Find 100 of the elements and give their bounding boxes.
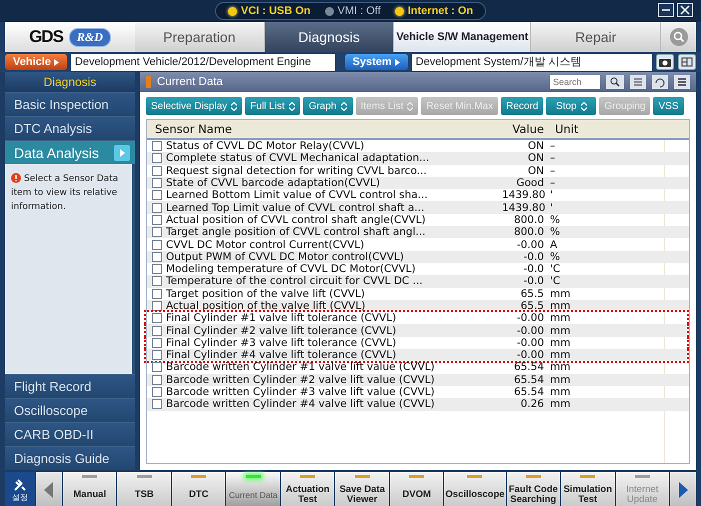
settings-button[interactable]: 설정: [5, 472, 35, 506]
toolbar-button[interactable]: VSS: [653, 97, 684, 115]
unit-cell-text: mm: [549, 300, 572, 312]
value-cell-text: 65.5: [520, 300, 545, 312]
play-arrow-icon: [54, 58, 59, 66]
toolbar-button[interactable]: Full List: [245, 97, 300, 115]
sidebar-item[interactable]: Flight Record: [5, 374, 135, 398]
checkbox[interactable]: [152, 202, 162, 213]
sensor-name: Barcode written Cylinder #2 valve lift value (CVVL): [166, 374, 435, 386]
checkbox[interactable]: [152, 362, 162, 372]
checkbox[interactable]: [152, 338, 162, 348]
value-cell-text: 1439.80: [502, 189, 546, 202]
dock-button[interactable]: Current Data: [226, 472, 280, 506]
unit-cell-text: mm: [549, 374, 572, 386]
checkbox[interactable]: [152, 240, 162, 250]
dock-button[interactable]: DTC: [172, 472, 226, 506]
value-cell-text: ON: [526, 164, 545, 177]
minimize-icon[interactable]: [658, 3, 674, 17]
status-label: VCI : USB On: [240, 5, 311, 17]
toolbar-button[interactable]: Graph: [302, 97, 353, 115]
column-header: Sensor Name: [154, 122, 234, 136]
checkbox[interactable]: [152, 326, 162, 336]
sensor-name: Status of CVVL DC Motor Relay(CVVL): [166, 140, 364, 152]
toolbar-button[interactable]: Selective Display: [146, 97, 242, 115]
value-cell-text: 800.0: [512, 226, 545, 238]
sensor-name: Barcode written Cylinder #4 valve lift value (CVVL): [166, 398, 435, 410]
value-cell-text: -0.00: [516, 312, 545, 324]
list-icon[interactable]: [630, 75, 646, 89]
vehicle-button[interactable]: Vehicle: [5, 54, 67, 70]
column-header: Unit: [554, 122, 580, 136]
unit-cell-text: mm: [549, 361, 572, 374]
value-cell-text: 65.54: [512, 361, 545, 374]
sidebar-item[interactable]: Data Analysis: [5, 140, 135, 164]
checkbox[interactable]: [152, 301, 162, 311]
up-down-caret-icon: [580, 102, 587, 110]
sensor-name: Barcode written Cylinder #3 valve lift value (CVVL): [166, 386, 435, 398]
info-text: Select a Sensor Data item to view its relative information.: [11, 172, 120, 214]
sensor-name: Learned Top Limit value of CVVL control shaft a...: [166, 202, 424, 214]
unit-cell-text: mm: [549, 324, 572, 337]
checkbox[interactable]: [152, 178, 162, 188]
refresh-icon[interactable]: [652, 75, 668, 89]
dock-button[interactable]: Simulation Test: [561, 472, 614, 506]
camera-icon[interactable]: [656, 54, 674, 70]
checkbox[interactable]: [152, 350, 162, 360]
menu-icon[interactable]: [674, 75, 690, 89]
nav-tab[interactable]: Preparation: [135, 22, 265, 52]
dock-button[interactable]: Fault Code Searching: [506, 472, 560, 506]
checkbox[interactable]: [152, 288, 162, 299]
vehicle-field[interactable]: Development Vehicle/2012/Development Engine: [70, 54, 335, 70]
nav-tab[interactable]: Repair: [531, 22, 662, 52]
sensor-name: Actual position of CVVL control shaft angle(CVVL): [166, 214, 426, 226]
unit-cell-text: ': [549, 189, 554, 202]
value-cell-text: 65.54: [512, 374, 545, 386]
scroll-left-button[interactable]: [36, 472, 62, 506]
sidebar-item[interactable]: Diagnosis Guide: [5, 446, 135, 470]
sidebar-item[interactable]: Basic Inspection: [5, 92, 135, 116]
toolbar-button[interactable]: Stop: [546, 97, 596, 115]
layout-icon[interactable]: [678, 54, 696, 70]
unit-cell-text: %: [549, 226, 561, 238]
left-arrow-icon: [44, 482, 54, 498]
search-field[interactable]: Search: [550, 75, 600, 89]
value-cell-text: 800.0: [512, 214, 545, 226]
checkbox[interactable]: [152, 374, 162, 385]
dock-button[interactable]: TSB: [117, 472, 171, 506]
dock-button[interactable]: Actuation Test: [280, 472, 334, 506]
system-button[interactable]: System: [344, 54, 408, 70]
sidebar-item[interactable]: DTC Analysis: [5, 116, 135, 140]
checkbox[interactable]: [152, 276, 162, 286]
checkbox[interactable]: [152, 214, 162, 225]
value-cell-text: -0.00: [516, 238, 545, 251]
nav-tab[interactable]: Vehicle S/W Management: [394, 22, 532, 52]
dock-button[interactable]: Oscilloscope: [444, 472, 506, 506]
sidebar-item[interactable]: CARB OBD-II: [5, 422, 135, 446]
unit-cell-text: 'C: [549, 263, 562, 276]
checkbox[interactable]: [152, 153, 162, 164]
checkbox[interactable]: [152, 227, 162, 238]
sensor-name: Target angle position of CVVL control shaft angl...: [166, 226, 426, 238]
scroll-right-button[interactable]: [670, 472, 696, 506]
checkbox[interactable]: [152, 190, 162, 200]
value-cell-text: 65.5: [520, 288, 545, 300]
search-icon[interactable]: [606, 75, 624, 89]
value-cell-text: -0.0: [522, 263, 545, 276]
dock-button[interactable]: Manual: [63, 472, 116, 506]
dock-button[interactable]: DVOM: [390, 472, 444, 506]
toolbar-button[interactable]: Record: [501, 97, 544, 115]
nav-tab[interactable]: Diagnosis: [264, 22, 394, 52]
close-icon[interactable]: [677, 3, 693, 17]
unit-cell-text: A: [549, 238, 558, 251]
sidebar-item[interactable]: Oscilloscope: [5, 398, 135, 422]
checkbox[interactable]: [152, 387, 162, 398]
checkbox[interactable]: [152, 399, 162, 410]
checkbox[interactable]: [152, 313, 162, 324]
dock-button[interactable]: Save Data Viewer: [335, 472, 389, 506]
checkbox[interactable]: [152, 252, 162, 262]
checkbox[interactable]: [152, 141, 162, 152]
logo-badge: R&D: [68, 28, 111, 46]
checkbox[interactable]: [152, 166, 162, 176]
checkbox[interactable]: [152, 264, 162, 274]
unit-cell-text: –: [549, 164, 556, 177]
system-field[interactable]: Development System/개발 시스템: [412, 54, 652, 70]
